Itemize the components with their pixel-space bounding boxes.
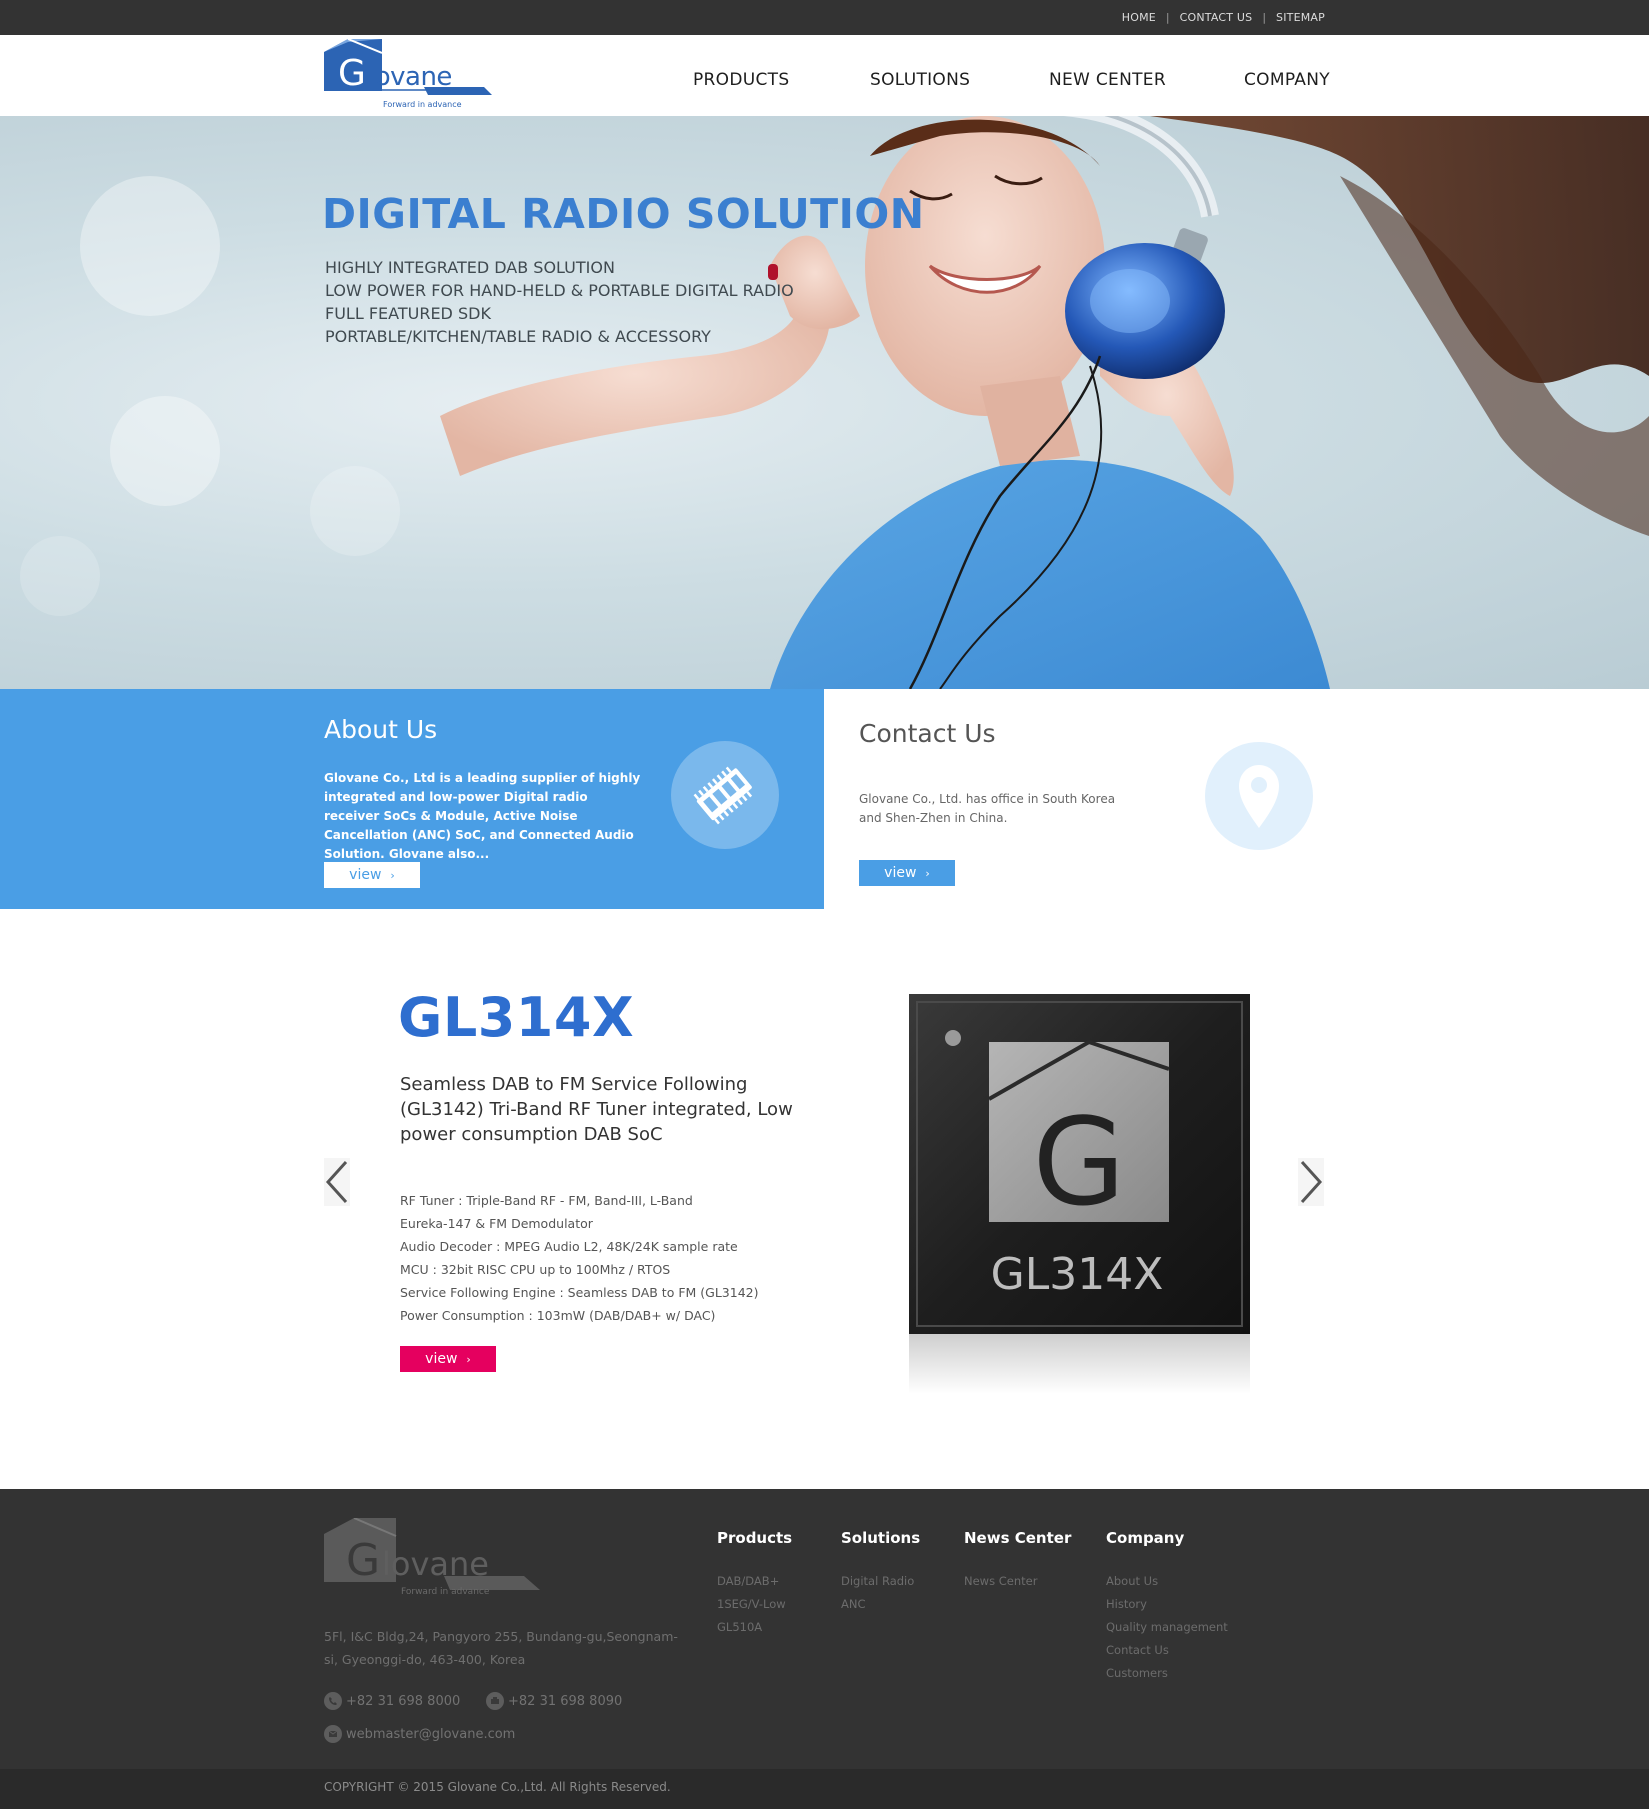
about-us-panel: About Us Glovane Co., Ltd is a leading s… bbox=[0, 689, 824, 909]
phone-icon bbox=[324, 1692, 342, 1710]
nav-new-center[interactable]: NEW CENTER bbox=[1049, 70, 1166, 90]
spec-item: Audio Decoder : MPEG Audio L2, 48K/24K s… bbox=[400, 1239, 738, 1254]
nav-company[interactable]: COMPANY bbox=[1244, 70, 1330, 90]
footer-email: webmaster@glovane.com bbox=[324, 1725, 515, 1743]
mail-icon bbox=[324, 1725, 342, 1743]
hero-feature-line: FULL FEATURED SDK bbox=[325, 304, 491, 323]
copyright-text: COPYRIGHT © 2015 Glovane Co.,Ltd. All Ri… bbox=[324, 1780, 671, 1794]
chip-logo-letter: G bbox=[1033, 1094, 1126, 1233]
footer-logo-tagline: Forward in advance bbox=[401, 1587, 490, 1596]
chip-label: GL314X bbox=[991, 1249, 1164, 1300]
spec-item: RF Tuner : Triple-Band RF - FM, Band-III… bbox=[400, 1193, 693, 1208]
footer-col-title: Solutions bbox=[841, 1529, 921, 1547]
site-footer: G lovane Forward in advance 5Fl, I&C Bld… bbox=[0, 1489, 1649, 1769]
nav-products[interactable]: PRODUCTS bbox=[693, 70, 789, 90]
copyright-bar: COPYRIGHT © 2015 Glovane Co.,Ltd. All Ri… bbox=[0, 1769, 1649, 1809]
hero-feature-line: PORTABLE/KITCHEN/TABLE RADIO & ACCESSORY bbox=[325, 327, 711, 346]
bokeh-light bbox=[80, 176, 220, 316]
memory-chip-icon bbox=[671, 741, 779, 849]
product-view-button[interactable]: view › bbox=[400, 1346, 496, 1372]
footer-logo-mark-icon: G lovane Forward in advance bbox=[324, 1517, 540, 1597]
product-title: GL314X bbox=[398, 986, 635, 1049]
footer-phone: +82 31 698 8000 bbox=[324, 1692, 460, 1710]
utility-nav: HOME | CONTACT US | SITEMAP bbox=[1122, 0, 1325, 35]
about-us-title: About Us bbox=[324, 715, 438, 744]
contact-us-title: Contact Us bbox=[859, 719, 996, 748]
nav-solutions[interactable]: SOLUTIONS bbox=[870, 70, 970, 90]
util-separator: | bbox=[1262, 11, 1267, 24]
hero-title: DIGITAL RADIO SOLUTION bbox=[322, 190, 925, 238]
location-pin-icon bbox=[1205, 742, 1313, 850]
product-spec-list: RF Tuner : Triple-Band RF - FM, Band-III… bbox=[400, 1189, 759, 1327]
view-button-label: view bbox=[425, 1351, 458, 1367]
footer-col-products: Products DAB/DAB+ 1SEG/V-Low GL510A bbox=[717, 1529, 792, 1639]
footer-col-title: Company bbox=[1106, 1529, 1185, 1547]
chevron-right-icon: › bbox=[466, 1352, 471, 1366]
slider-prev-button[interactable] bbox=[324, 1158, 350, 1206]
hero-feature-list: HIGHLY INTEGRATED DAB SOLUTION LOW POWER… bbox=[325, 256, 794, 348]
view-button-label: view bbox=[349, 867, 382, 883]
contact-view-button[interactable]: view › bbox=[859, 860, 955, 886]
view-button-label: view bbox=[884, 865, 917, 881]
chevron-right-icon: › bbox=[925, 866, 930, 880]
about-view-button[interactable]: view › bbox=[324, 862, 420, 888]
footer-link[interactable]: News Center bbox=[964, 1570, 1071, 1593]
hero-banner: DIGITAL RADIO SOLUTION HIGHLY INTEGRATED… bbox=[0, 116, 1649, 689]
fax-icon bbox=[486, 1692, 504, 1710]
footer-address: 5Fl, I&C Bldg,24, Pangyoro 255, Bundang-… bbox=[324, 1629, 678, 1667]
hero-feature-line: HIGHLY INTEGRATED DAB SOLUTION bbox=[325, 258, 615, 277]
util-separator: | bbox=[1165, 11, 1170, 24]
footer-col-company: Company About Us History Quality managem… bbox=[1106, 1529, 1228, 1685]
phone-number: +82 31 698 8000 bbox=[346, 1693, 461, 1709]
footer-col-news-center: News Center News Center bbox=[964, 1529, 1071, 1593]
footer-logo[interactable]: G lovane Forward in advance bbox=[324, 1517, 544, 1597]
chevron-right-icon bbox=[1300, 1160, 1323, 1204]
footer-link[interactable]: GL510A bbox=[717, 1616, 792, 1639]
footer-link[interactable]: Quality management bbox=[1106, 1616, 1228, 1639]
bokeh-light bbox=[310, 466, 400, 556]
bokeh-light bbox=[20, 536, 100, 616]
footer-link[interactable]: DAB/DAB+ bbox=[717, 1570, 792, 1593]
fax-number: +82 31 698 8090 bbox=[508, 1693, 623, 1709]
footer-link[interactable]: 1SEG/V-Low bbox=[717, 1593, 792, 1616]
util-contact-link[interactable]: CONTACT US bbox=[1180, 11, 1253, 24]
svg-text:G: G bbox=[346, 1535, 380, 1586]
chevron-left-icon bbox=[325, 1160, 348, 1204]
spec-item: Power Consumption : 103mW (DAB/DAB+ w/ D… bbox=[400, 1308, 716, 1323]
footer-link[interactable]: History bbox=[1106, 1593, 1228, 1616]
product-slider: GL314X Seamless DAB to FM Service Follow… bbox=[0, 909, 1649, 1489]
hero-feature-line: LOW POWER FOR HAND-HELD & PORTABLE DIGIT… bbox=[325, 281, 794, 300]
slider-next-button[interactable] bbox=[1298, 1158, 1324, 1206]
footer-fax: +82 31 698 8090 bbox=[486, 1692, 622, 1710]
about-us-text: Glovane Co., Ltd is a leading supplier o… bbox=[324, 771, 641, 861]
footer-col-solutions: Solutions Digital Radio ANC bbox=[841, 1529, 920, 1616]
footer-link[interactable]: Contact Us bbox=[1106, 1639, 1228, 1662]
footer-link[interactable]: About Us bbox=[1106, 1570, 1228, 1593]
utility-bar: HOME | CONTACT US | SITEMAP bbox=[0, 0, 1649, 35]
footer-col-title: Products bbox=[717, 1529, 793, 1547]
email-address[interactable]: webmaster@glovane.com bbox=[346, 1727, 515, 1742]
spec-item: Service Following Engine : Seamless DAB … bbox=[400, 1285, 759, 1300]
contact-us-panel: Contact Us Glovane Co., Ltd. has office … bbox=[824, 689, 1649, 909]
chevron-right-icon: › bbox=[390, 868, 395, 882]
footer-link[interactable]: ANC bbox=[841, 1593, 920, 1616]
contact-us-text: Glovane Co., Ltd. has office in South Ko… bbox=[859, 792, 1116, 825]
bokeh-light bbox=[110, 396, 220, 506]
chip-product-image: G GL314X bbox=[909, 994, 1250, 1394]
footer-link[interactable]: Customers bbox=[1106, 1662, 1228, 1685]
site-header: G lovane Forward in advance PRODUCTS SOL… bbox=[0, 35, 1649, 116]
spec-item: MCU : 32bit RISC CPU up to 100Mhz / RTOS bbox=[400, 1262, 671, 1277]
spec-item: Eureka-147 & FM Demodulator bbox=[400, 1216, 593, 1231]
footer-link[interactable]: Digital Radio bbox=[841, 1570, 920, 1593]
main-nav: PRODUCTS SOLUTIONS NEW CENTER COMPANY bbox=[0, 35, 1649, 116]
footer-col-title: News Center bbox=[964, 1529, 1072, 1547]
util-sitemap-link[interactable]: SITEMAP bbox=[1276, 11, 1325, 24]
util-home-link[interactable]: HOME bbox=[1122, 11, 1156, 24]
product-subtitle: Seamless DAB to FM Service Following (GL… bbox=[400, 1074, 793, 1145]
